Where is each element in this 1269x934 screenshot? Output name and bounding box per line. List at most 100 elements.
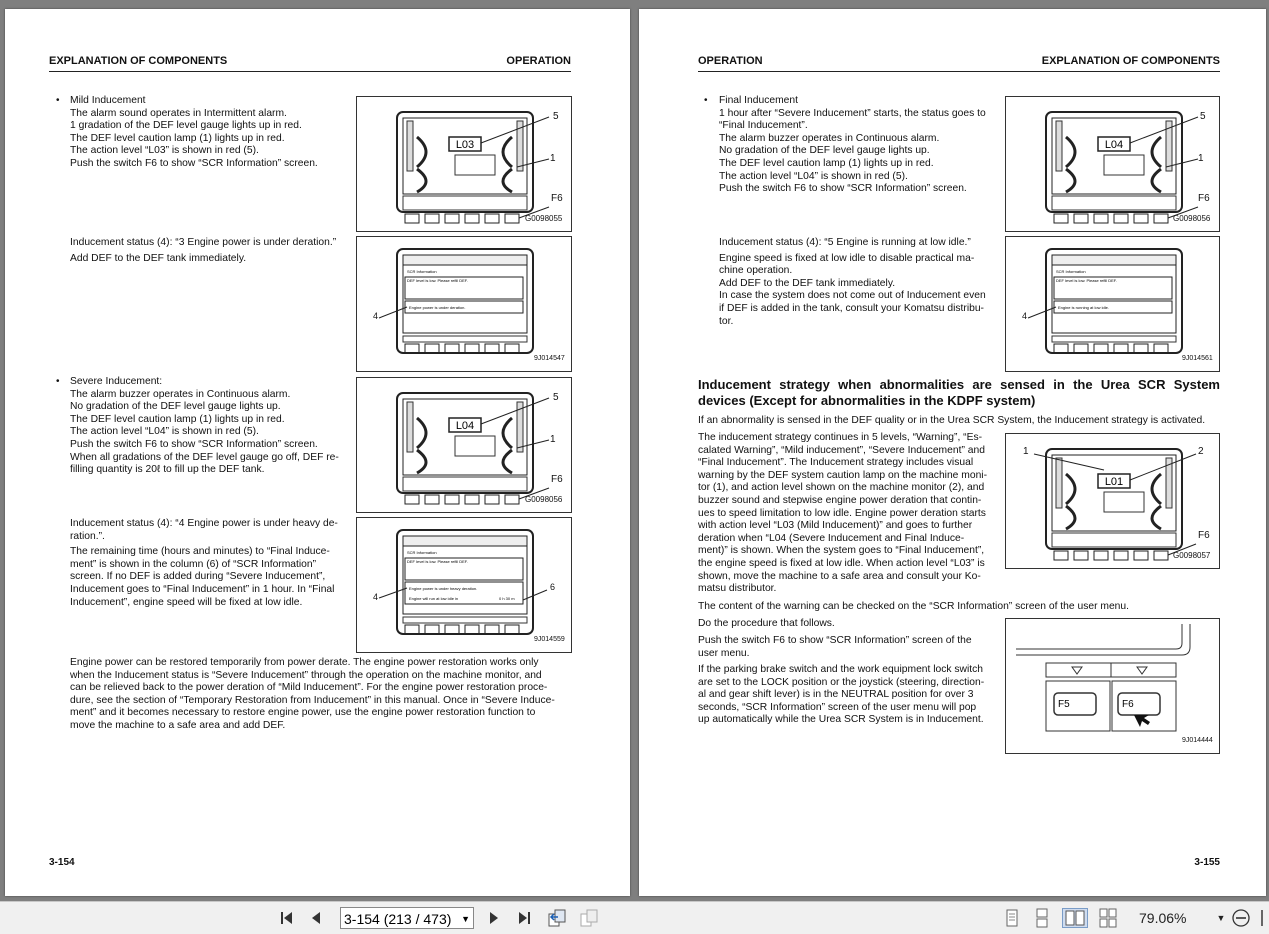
continuous-icon[interactable] <box>1031 908 1053 928</box>
screen-message: Engine is running at low idle. <box>1058 305 1109 310</box>
zoom-dropdown-icon[interactable]: ▼ <box>1216 908 1226 928</box>
text-line: dure, see the section of “Temporary Rest… <box>70 694 555 706</box>
text-line: Inducement goes to “Final Inducement” in… <box>70 583 335 595</box>
callout-5: 5 <box>553 392 559 403</box>
last-page-icon[interactable] <box>513 908 535 928</box>
header-rule <box>49 71 571 72</box>
figure-scr-info-3: SCR Information DEF level is low. Please… <box>356 236 572 372</box>
text-line: The action level “L03” is shown in red (… <box>70 145 259 157</box>
text-line: tor. <box>719 315 734 327</box>
text-line: Push the switch F6 to show “SCR Informat… <box>70 157 318 169</box>
text-line: up automatically while the Urea SCR Syst… <box>698 714 984 726</box>
figure-code: G0098055 <box>525 214 563 223</box>
action-level-label: L04 <box>456 420 474 432</box>
bullet: • <box>56 95 60 106</box>
callout-f6: F6 <box>551 474 563 485</box>
figure-monitor-l04: L04 5 1 F6 G0098056 <box>356 377 572 513</box>
screen-message: Engine will run at low idle in <box>409 596 458 601</box>
action-level-label: L01 <box>1105 476 1123 488</box>
zoom-out-icon[interactable] <box>1230 908 1252 928</box>
procedure-line: Do the procedure that follows. <box>698 618 835 629</box>
text-line: tor (1), and action level shown on the m… <box>698 482 985 494</box>
figure-code: 9J014547 <box>534 355 565 362</box>
text-line: warning by the DEF system caution lamp o… <box>698 469 988 481</box>
text-line: Inducement status (4): “5 Engine is runn… <box>719 237 971 248</box>
text-line: chine operation. <box>719 265 793 277</box>
two-page-continuous-icon[interactable] <box>1096 908 1120 928</box>
action-level-label: L04 <box>1105 139 1123 151</box>
bullet: • <box>56 376 60 387</box>
heading-line: devices (Except for abnormalities in the… <box>698 393 1036 408</box>
single-page-icon[interactable] <box>1001 908 1023 928</box>
strategy-paragraph: The inducement strategy continues in 5 l… <box>698 432 996 596</box>
text-line: If the parking brake switch and the work… <box>698 664 984 675</box>
text-line: Push the switch F6 to show “SCR Informat… <box>698 635 972 646</box>
first-page-icon[interactable] <box>276 908 298 928</box>
next-view-icon[interactable] <box>577 908 601 928</box>
text-line: calated Warning”, “Mild inducement”, “Se… <box>698 444 985 456</box>
figure-code: 9J014444 <box>1182 737 1213 744</box>
callout-1: 1 <box>550 153 556 164</box>
callout-4: 4 <box>1022 311 1028 321</box>
screen-message: Engine power is under deration. <box>409 305 465 310</box>
severe-title: Severe Inducement: <box>70 376 163 387</box>
page-number-field[interactable]: 3-154 (213 / 473) ▼ <box>340 907 474 929</box>
restore-paragraph: Engine power can be restored temporarily… <box>70 657 571 733</box>
mild-title: Mild Inducement <box>70 95 146 106</box>
prev-page-icon[interactable] <box>306 908 326 928</box>
final-inducement-text: Final Inducement 1 hour after “Severe In… <box>719 95 1001 196</box>
chevron-down-icon[interactable]: ▼ <box>461 908 470 930</box>
running-header-right: EXPLANATION OF COMPONENTS <box>1041 55 1220 67</box>
figure-code: G0098056 <box>1173 214 1211 223</box>
page-number: 3-154 <box>49 857 75 868</box>
callout-f6: F6 <box>1198 530 1210 541</box>
text-line: The DEF level caution lamp (1) lights up… <box>70 132 285 144</box>
callout-f6: F6 <box>551 193 563 204</box>
callout-1: 1 <box>550 434 556 445</box>
f6-key-label: F6 <box>1122 699 1134 710</box>
text-line: are set to the LOCK position or the joys… <box>698 676 985 688</box>
content-line: The content of the warning can be checke… <box>698 601 1129 612</box>
header-rule <box>698 71 1220 72</box>
figure-monitor-l04-final: L04 5 1 F6 G0098056 <box>1005 96 1220 232</box>
text-line: can be relieved back to the power derati… <box>70 682 548 694</box>
document-page-right: OPERATION EXPLANATION OF COMPONENTS • Fi… <box>639 9 1266 896</box>
figure-monitor-l03: L03 5 1 F6 G0098055 <box>356 96 572 232</box>
figure-scr-info-5: SCR Information DEF level is low. Please… <box>1005 236 1220 372</box>
text-line: In case the system does not come out of … <box>719 290 986 302</box>
figure-scr-info-4: SCR Information DEF level is low. Please… <box>356 517 572 653</box>
text-line: ment” is shown in the column (6) of “SCR… <box>70 558 317 570</box>
text-line: buzzer sound and stepwise engine power d… <box>698 494 982 506</box>
final-title: Final Inducement <box>719 95 798 106</box>
prev-view-icon[interactable] <box>545 908 569 928</box>
viewer-toolbar: 3-154 (213 / 473) ▼ 79.06% ▼ <box>0 901 1269 934</box>
push-paragraph: Push the switch F6 to show “SCR Informat… <box>698 635 994 660</box>
zoom-level[interactable]: 79.06% <box>1139 908 1186 928</box>
next-page-icon[interactable] <box>484 908 504 928</box>
text-line: 1 gradation of the DEF level gauge light… <box>70 120 302 132</box>
text-line: “Final Inducement”. <box>719 120 808 132</box>
text-line: The inducement strategy continues in 5 l… <box>698 432 983 443</box>
text-line: move the machine to a safe area and add … <box>70 719 286 731</box>
page-number: 3-155 <box>1194 857 1220 868</box>
screen-title: SCR Information <box>407 550 437 555</box>
text-line: ment” and it becomes necessary to restor… <box>70 707 536 719</box>
text-line: 1 hour after “Severe Inducement” starts,… <box>719 107 986 119</box>
status5-text: Inducement status (4): “5 Engine is runn… <box>719 237 995 328</box>
text-line: Engine power can be restored temporarily… <box>70 657 539 668</box>
callout-6: 6 <box>550 582 556 592</box>
text-line: shown, move the machine to a safe area a… <box>698 570 981 582</box>
two-page-icon[interactable] <box>1062 908 1088 928</box>
figure-code: G0098057 <box>1173 551 1211 560</box>
text-line: When all gradations of the DEF level gau… <box>70 451 339 463</box>
text-line: screen. If no DEF is added during “Sever… <box>70 571 326 583</box>
figure-code: G0098056 <box>525 495 563 504</box>
toolbar-overflow-icon[interactable] <box>1256 908 1268 928</box>
text-line: ues to speed limitation to low idle. Eng… <box>698 507 986 519</box>
text-line: The remaining time (hours and minutes) t… <box>70 546 330 558</box>
page-number-value: 3-154 (213 / 473) <box>344 911 452 927</box>
text-line: No gradation of the DEF level gauge ligh… <box>719 145 930 157</box>
screen-message: DEF level is low. Please refill DEF. <box>407 278 468 283</box>
text-line: filling quantity is 20ℓ to fill up the D… <box>70 464 265 476</box>
text-line: Inducement status (4): “3 Engine power i… <box>70 237 337 248</box>
